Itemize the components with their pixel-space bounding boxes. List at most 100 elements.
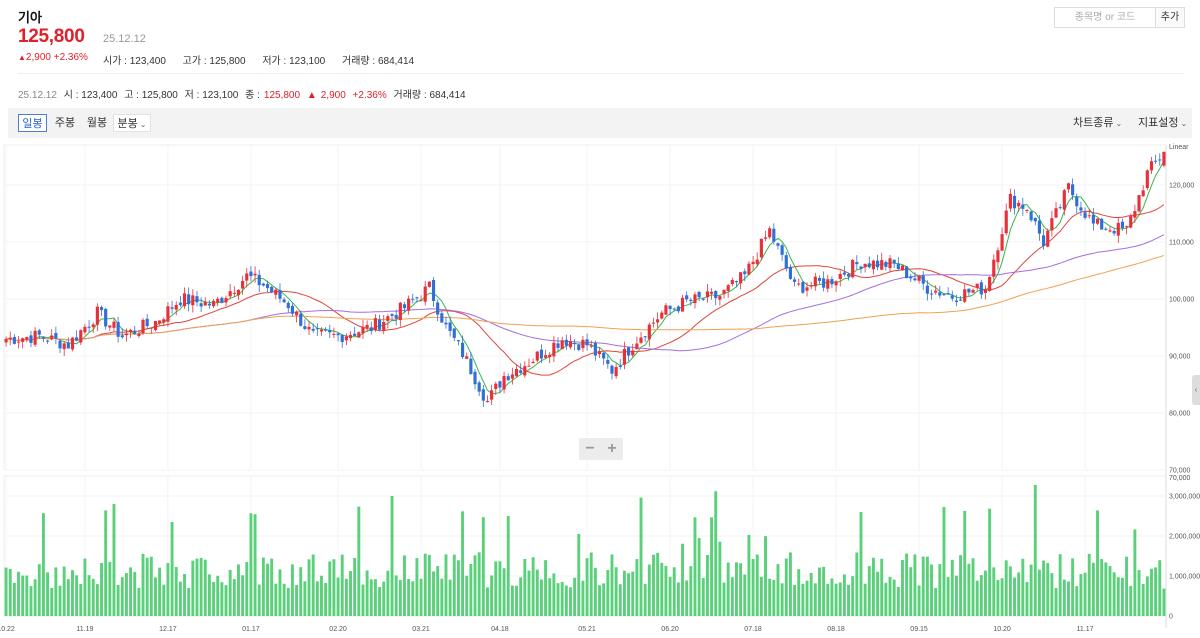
volume-bar [950, 559, 954, 616]
volume-tick-label: 3,000,000 [1169, 494, 1200, 501]
candle-body [211, 300, 216, 307]
volume-bar [116, 584, 120, 616]
candle-body [29, 335, 33, 343]
volume-bar [672, 567, 676, 616]
candle-body [353, 333, 357, 336]
x-tick-label: 07.18 [744, 626, 762, 633]
candle-body [797, 283, 801, 285]
volume-bar [390, 495, 394, 616]
candle-body [867, 263, 871, 268]
volume-bar [556, 583, 560, 616]
candle-body [494, 383, 498, 389]
candle-body [905, 266, 909, 279]
volume-bar [361, 584, 365, 616]
volume-bar [278, 569, 282, 616]
candle-body [697, 291, 701, 298]
candle-body [705, 291, 710, 298]
volume-bar [1033, 484, 1037, 616]
volume-bar [307, 559, 311, 616]
volume-bar [934, 587, 938, 616]
candle-body [137, 333, 141, 337]
candle-body [357, 332, 361, 338]
volume-pane-frame [3, 475, 1167, 617]
candle-body [892, 259, 896, 264]
candle-body [992, 259, 996, 277]
volume-bar [29, 586, 33, 616]
volume-bar [896, 586, 900, 616]
volume-bar [41, 513, 45, 616]
candle-body [41, 336, 46, 339]
volume-bar [510, 585, 514, 616]
volume-bar [141, 553, 145, 616]
volume-bar [656, 552, 660, 616]
volume-bar [1017, 572, 1021, 616]
volume-bar [1062, 579, 1066, 616]
volume-bar [191, 560, 195, 616]
candle-body [25, 336, 29, 340]
candle-body [871, 260, 876, 270]
candle-body [485, 401, 490, 403]
candle-body [66, 342, 70, 349]
volume-bar [1108, 566, 1112, 616]
volume-bar [1042, 560, 1046, 616]
candle-body [514, 368, 519, 377]
volume-bar [855, 552, 859, 616]
volume-bar [1116, 577, 1120, 616]
volume-bar [91, 578, 95, 616]
candle-body [809, 285, 813, 287]
candle-body [726, 285, 730, 291]
candle-body [780, 245, 784, 255]
candle-body [560, 340, 564, 350]
candle-body [672, 308, 676, 310]
zoom-in-button[interactable]: + [601, 438, 623, 460]
candle-body [954, 300, 959, 303]
volume-bar [403, 555, 406, 616]
volume-bar [1087, 553, 1091, 616]
zoom-out-button[interactable]: − [579, 438, 601, 460]
candle-body [382, 322, 386, 331]
candle-body [548, 354, 552, 358]
candle-body [124, 333, 129, 336]
volume-bar [718, 541, 722, 616]
candle-body [12, 337, 16, 344]
candle-body [846, 274, 851, 277]
volume-bar [954, 575, 958, 616]
candle-body [626, 347, 631, 356]
candle-body [1062, 190, 1066, 210]
volume-bar [523, 559, 527, 616]
candle-body [162, 319, 166, 323]
candle-body [303, 326, 307, 329]
candle-body [730, 279, 734, 285]
volume-bar [232, 579, 236, 616]
volume-bar [25, 575, 29, 616]
stock-chart[interactable]: 10.22 11.19 12.17 01.17 02.20 03.21 04.18 05.21… [0, 0, 1200, 638]
volume-bar [382, 581, 386, 616]
candle-body [535, 351, 539, 361]
candle-body [62, 343, 66, 350]
volume-bar [818, 567, 821, 616]
volume-bar [79, 583, 83, 616]
side-panel-toggle[interactable]: ‹ [1192, 375, 1200, 405]
candle-body [1124, 226, 1129, 228]
volume-bar [212, 582, 216, 616]
volume-bar [652, 554, 655, 616]
volume-bar [697, 538, 701, 616]
candle-body [900, 265, 905, 271]
volume-bar [901, 560, 904, 616]
candle-body [510, 374, 514, 379]
volume-bar [668, 576, 672, 616]
volume-bar [394, 575, 398, 616]
volume-bar [560, 581, 564, 616]
volume-bar [714, 491, 718, 616]
candle-body [1149, 161, 1154, 171]
volume-bar [158, 567, 162, 616]
candle-body [166, 306, 170, 322]
candle-body [33, 330, 37, 345]
candle-body [1004, 210, 1008, 234]
volume-bar [481, 517, 485, 616]
ma-120-line [6, 255, 1165, 342]
candle-body [676, 306, 680, 312]
volume-bar [1083, 572, 1087, 616]
volume-bar [290, 564, 294, 616]
candle-body [282, 299, 286, 303]
